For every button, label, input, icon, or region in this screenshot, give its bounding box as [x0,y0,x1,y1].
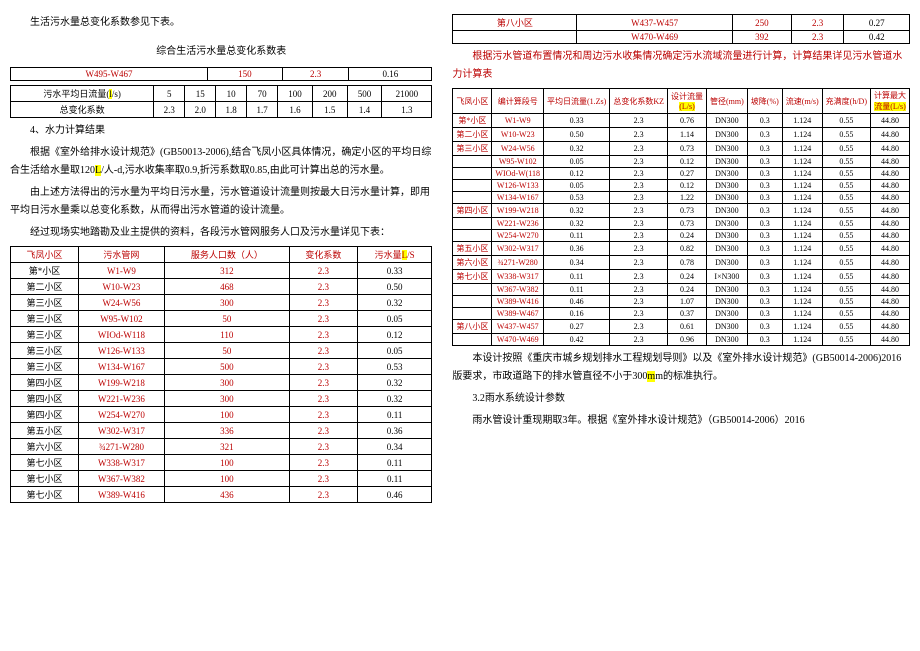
table1-top: W495-W4671502.30.16 [10,67,432,81]
right-intro: 根据污水管道布置情况和周边污水收集情况确定污水流域流量进行计算，计算结果详见污水… [452,48,910,84]
para4: 经过现场实地踏勘及业主提供的资料，各段污水管网服务人口及污水量详见下表： [10,224,432,242]
para3: 由上述方法得出的污水量为平均日污水量，污水管道设计流量则按最大日污水量计算，即用… [10,184,432,220]
para-r3: 雨水管设计重现期取3年。根据《室外排水设计规范》（GB50014-2006）20… [452,412,910,430]
top-small-table: 第八小区W437-W4572502.30.27W470-W4693922.30.… [452,14,910,44]
section32: 3.2雨水系统设计参数 [452,390,910,408]
table1-title: 综合生活污水量总变化系数表 [10,42,432,57]
coeff-table: 污水平均日流量(l/s)515107010020050021000 总变化系数2… [10,85,432,118]
section4-title: 4、水力计算结果 [10,122,432,140]
para-r2: 本设计按照《重庆市城乡规划排水工程规划导则》以及《室外排水设计规范》(GB500… [452,350,910,386]
intro-text: 生活污水量总变化系数参见下表。 [10,14,432,32]
hydraulic-table: 飞凤小区编计算段号平均日流量(1.Zs)总变化系数KZ设计流量(L/s)管径(m… [452,88,910,346]
para2: 根据《室外给排水设计规范》(GB50013-2006),结合飞凤小区具体情况，确… [10,144,432,180]
service-table: 飞凤小区污水管网服务人口数（人）变化系数污水量L/S 第*小区W1-W93122… [10,246,432,503]
